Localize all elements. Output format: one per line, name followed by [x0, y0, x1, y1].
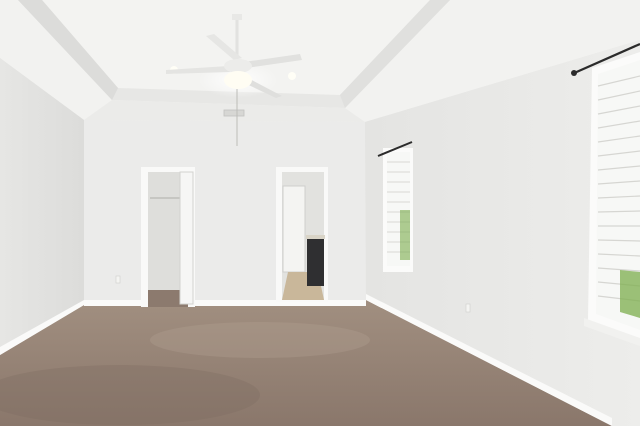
fan-light-globe	[224, 71, 252, 89]
air-vent	[223, 109, 245, 117]
closet-doorway	[141, 167, 195, 307]
bathroom-inner-door	[282, 185, 306, 273]
outlet	[115, 275, 121, 284]
outlet	[465, 303, 471, 313]
closet-door	[179, 171, 194, 305]
bathroom-doorway	[276, 167, 328, 302]
vanity-cabinet	[307, 238, 324, 286]
room-photo	[0, 0, 640, 426]
window-middle	[377, 141, 413, 272]
recessed-light-right	[288, 72, 296, 80]
